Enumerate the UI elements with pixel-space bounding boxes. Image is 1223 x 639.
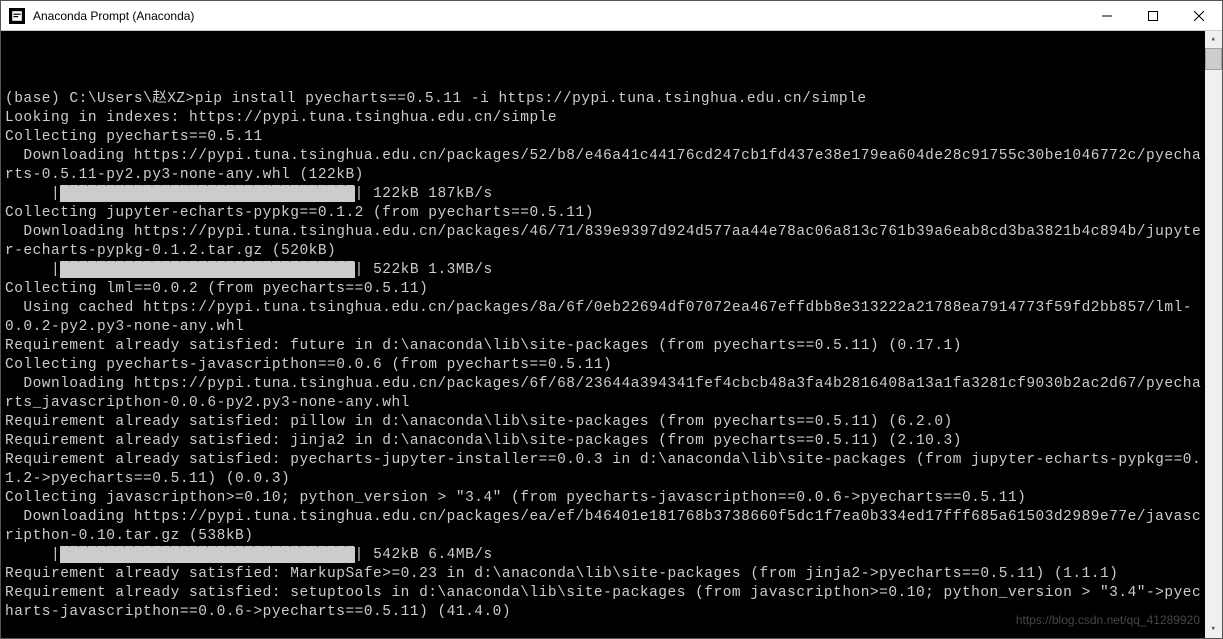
scroll-down-arrow[interactable]: ▾: [1205, 621, 1222, 638]
output-line: Downloading https://pypi.tuna.tsinghua.e…: [5, 224, 1201, 259]
output-line: Collecting javascripthon>=0.10; python_v…: [5, 490, 1026, 506]
prompt-text: (base) C:\Users\赵XZ>: [5, 91, 195, 107]
window-controls: [1084, 1, 1222, 30]
scrollbar-thumb[interactable]: [1205, 48, 1222, 70]
scroll-up-arrow[interactable]: ▴: [1205, 31, 1222, 48]
output-line: Collecting jupyter-echarts-pypkg==0.1.2 …: [5, 205, 594, 221]
minimize-button[interactable]: [1084, 1, 1130, 30]
app-icon: [9, 8, 25, 24]
close-button[interactable]: [1176, 1, 1222, 30]
output-line: Downloading https://pypi.tuna.tsinghua.e…: [5, 509, 1201, 544]
output-line: Requirement already satisfied: future in…: [5, 338, 962, 354]
output-line: Requirement already satisfied: jinja2 in…: [5, 433, 962, 449]
output-line: Collecting pyecharts-javascripthon==0.0.…: [5, 357, 612, 373]
output-line: Requirement already satisfied: pyecharts…: [5, 452, 1201, 487]
output-line: Using cached https://pypi.tuna.tsinghua.…: [5, 300, 1192, 335]
progress-bar: |████████████████████████████████| 122kB…: [5, 186, 493, 202]
output-line: Collecting pyecharts==0.5.11: [5, 129, 263, 145]
output-line: Requirement already satisfied: pillow in…: [5, 414, 953, 430]
output-line: Collecting lml==0.0.2 (from pyecharts==0…: [5, 281, 428, 297]
command-text: pip install pyecharts==0.5.11 -i https:/…: [195, 91, 867, 107]
window-title: Anaconda Prompt (Anaconda): [33, 9, 1084, 23]
maximize-button[interactable]: [1130, 1, 1176, 30]
terminal-content: (base) C:\Users\赵XZ>pip install pyechart…: [1, 69, 1205, 638]
terminal-area[interactable]: (base) C:\Users\赵XZ>pip install pyechart…: [1, 31, 1222, 638]
vertical-scrollbar[interactable]: ▴ ▾: [1205, 31, 1222, 638]
watermark-text: https://blog.csdn.net/qq_41289920: [1016, 611, 1200, 630]
output-line: Downloading https://pypi.tuna.tsinghua.e…: [5, 376, 1201, 411]
output-line: Looking in indexes: https://pypi.tuna.ts…: [5, 110, 557, 126]
progress-bar: |████████████████████████████████| 542kB…: [5, 547, 493, 563]
output-line: Requirement already satisfied: MarkupSaf…: [5, 566, 1118, 582]
progress-bar: |████████████████████████████████| 522kB…: [5, 262, 493, 278]
output-line: Downloading https://pypi.tuna.tsinghua.e…: [5, 148, 1201, 183]
window-frame: Anaconda Prompt (Anaconda) (base) C:\Use…: [0, 0, 1223, 639]
titlebar[interactable]: Anaconda Prompt (Anaconda): [1, 1, 1222, 31]
